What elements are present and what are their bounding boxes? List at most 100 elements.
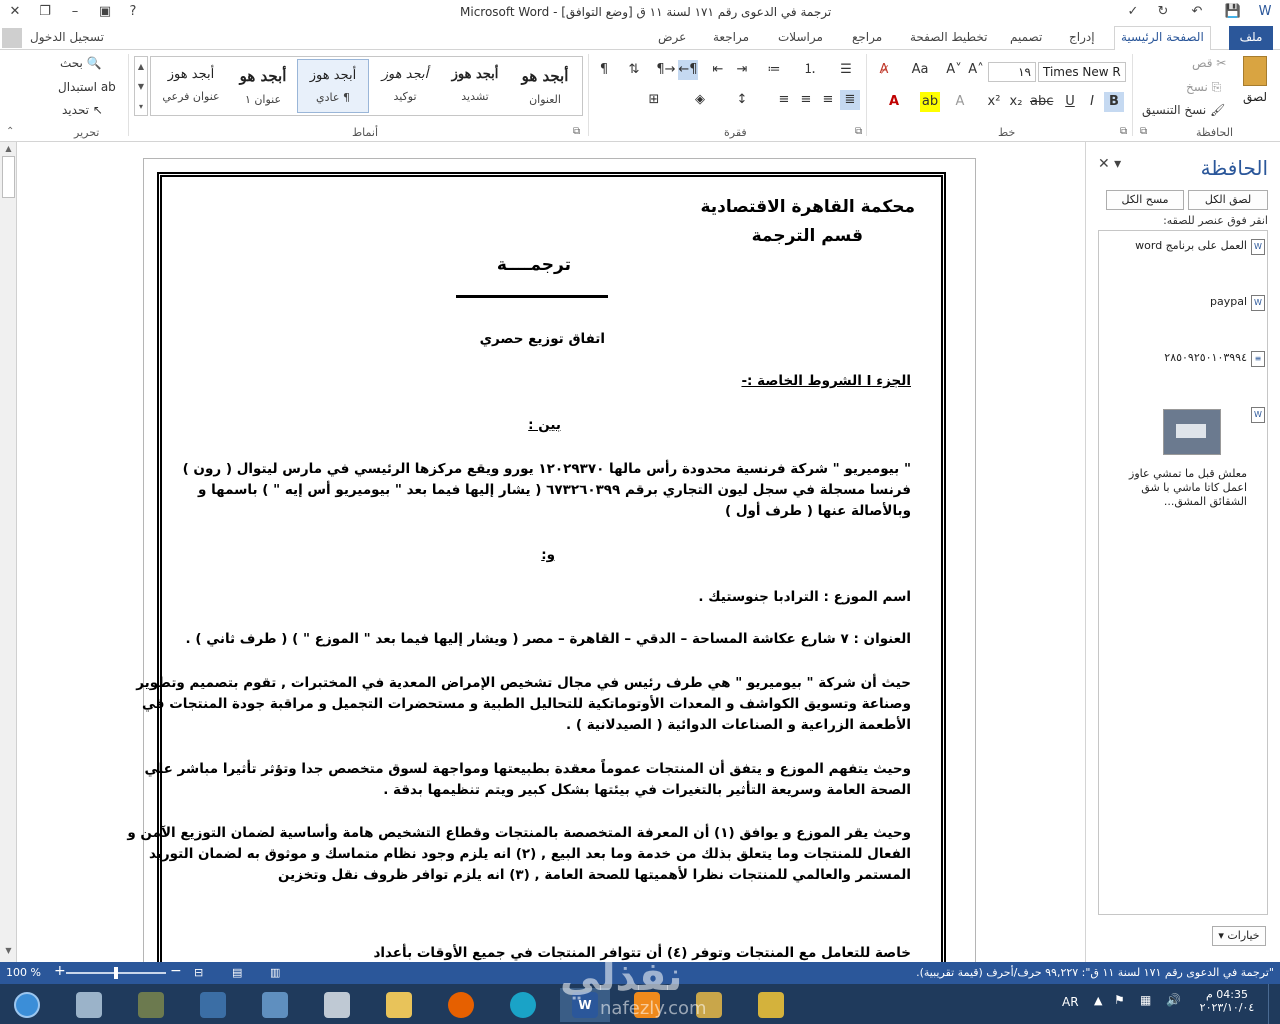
scroll-up-icon[interactable]: ▲	[3, 144, 14, 155]
tab-design[interactable]: تصميم	[1010, 30, 1042, 44]
tab-page-layout[interactable]: تخطيط الصفحة	[910, 30, 987, 44]
style-normal[interactable]: أبجد هوز ¶ عادي	[297, 59, 369, 113]
font-color-icon[interactable]: A	[884, 92, 904, 112]
taskbar-calculator[interactable]	[64, 988, 114, 1022]
paragraph-dialog-launcher-icon[interactable]: ⧉	[855, 126, 862, 137]
style-emphasis[interactable]: أبجد هوز توكيد	[369, 59, 441, 113]
clip-item[interactable]: العمل على برنامج word	[1135, 239, 1247, 252]
undo-icon[interactable]: ↶	[1186, 2, 1208, 22]
clip-image-thumbnail[interactable]	[1163, 409, 1221, 455]
volume-icon[interactable]: 🔊	[1166, 993, 1181, 1007]
shading-icon[interactable]: ◈	[690, 90, 710, 110]
style-title[interactable]: أبجد هو العنوان	[509, 59, 581, 113]
close-window-button[interactable]: ✕	[4, 2, 26, 22]
taskbar-app[interactable]	[746, 988, 796, 1022]
justify-left-icon[interactable]: ≡	[774, 90, 794, 110]
style-strong[interactable]: أبجد هوز تشديد	[439, 59, 511, 113]
document-area[interactable]: محكمة القاهرة الاقتصادية قسم الترجمة ترج…	[17, 142, 1085, 962]
borders-icon[interactable]: ⊞	[644, 90, 664, 110]
taskbar-edge[interactable]	[498, 988, 548, 1022]
zoom-in-icon[interactable]: +	[54, 963, 66, 979]
tray-expand-icon[interactable]: ▲	[1094, 994, 1102, 1007]
rtl-direction-icon[interactable]: ←¶	[678, 60, 698, 80]
taskbar-firefox[interactable]	[436, 988, 486, 1022]
print-layout-icon[interactable]: ▤	[232, 966, 242, 979]
superscript-icon[interactable]: x²	[984, 92, 1004, 112]
tab-view[interactable]: عرض	[658, 30, 686, 44]
redo-icon[interactable]: ↻	[1152, 2, 1174, 22]
multilevel-list-icon[interactable]: ≔	[764, 60, 784, 80]
change-case-icon[interactable]: Aa	[910, 60, 930, 80]
copy-button[interactable]: نسخ ⎘	[1186, 80, 1221, 95]
options-button[interactable]: خيارات ▾	[1212, 926, 1266, 946]
cut-button[interactable]: قص ✂	[1192, 56, 1226, 70]
text-effects-icon[interactable]: A	[950, 92, 970, 112]
show-formatting-icon[interactable]: ¶	[594, 60, 614, 80]
replace-button[interactable]: استبدال ab	[58, 80, 116, 94]
tab-mailings[interactable]: مراسلات	[778, 30, 823, 44]
increase-indent-icon[interactable]: ⇥	[732, 60, 752, 80]
start-button[interactable]	[2, 988, 52, 1022]
action-center-icon[interactable]: ⚑	[1114, 993, 1125, 1007]
zoom-level[interactable]: 100 %	[6, 966, 41, 979]
select-button[interactable]: تحديد ↖	[62, 103, 103, 117]
vertical-scrollbar[interactable]: ▲ ▼	[0, 142, 17, 962]
grow-font-icon[interactable]: A˄	[966, 60, 986, 80]
zoom-slider-thumb[interactable]	[114, 967, 118, 979]
line-spacing-icon[interactable]: ↕	[732, 90, 752, 110]
find-button[interactable]: بحث 🔍	[60, 56, 102, 70]
style-heading1[interactable]: أبجد هو عنوان ١	[227, 59, 299, 113]
document-stats[interactable]: "ترجمة في الدعوى رقم ١٧١ لسنة ١١ ق": ٩٩,…	[916, 966, 1274, 979]
align-center-icon[interactable]: ≡	[796, 90, 816, 110]
collapse-ribbon-icon[interactable]: ⌃	[6, 126, 14, 137]
zoom-out-icon[interactable]: −	[170, 963, 182, 979]
bullets-icon[interactable]: ☰	[836, 60, 856, 80]
font-size-select[interactable]: ١٩	[988, 62, 1036, 82]
scroll-thumb[interactable]	[2, 156, 15, 198]
taskbar-explorer[interactable]	[374, 988, 424, 1022]
clock[interactable]: 04:35 م ٢٠٢٣/١٠/٠٤	[1196, 988, 1258, 1014]
style-subtitle[interactable]: أبجد هوز عنوان فرعي	[155, 59, 227, 113]
paste-all-button[interactable]: لصق الكل	[1188, 190, 1268, 210]
clip-item[interactable]: paypal	[1210, 295, 1247, 308]
highlight-icon[interactable]: ab	[920, 92, 940, 112]
help-button[interactable]: ?	[122, 2, 144, 22]
tab-review[interactable]: مراجعة	[713, 30, 749, 44]
taskbar-app[interactable]	[250, 988, 300, 1022]
strikethrough-icon[interactable]: abc	[1030, 92, 1053, 112]
justify-icon[interactable]: ≣	[840, 90, 860, 110]
tab-file[interactable]: ملف	[1229, 26, 1273, 50]
close-pane-icon[interactable]: ✕ ▾	[1098, 156, 1121, 172]
sort-icon[interactable]: ⇅	[624, 60, 644, 80]
underline-icon[interactable]: U	[1060, 92, 1080, 112]
restore-window-button[interactable]: ❐	[34, 2, 56, 22]
input-language[interactable]: AR	[1062, 995, 1079, 1009]
clear-formatting-icon[interactable]: A̷	[874, 60, 894, 80]
user-avatar-icon[interactable]	[2, 28, 22, 48]
align-right-icon[interactable]: ≡	[818, 90, 838, 110]
taskbar-app[interactable]	[312, 988, 362, 1022]
clip-item[interactable]: معلش قبل ما تمشي عاوز اعمل كاتا ماشي با …	[1127, 467, 1247, 509]
show-desktop-button[interactable]	[1268, 984, 1280, 1024]
styles-dialog-launcher-icon[interactable]: ⧉	[573, 126, 580, 137]
styles-scroll[interactable]: ▲ ▼ ▾	[134, 56, 148, 116]
web-layout-icon[interactable]: ⊟	[194, 966, 203, 979]
font-name-select[interactable]: Times New R	[1038, 62, 1126, 82]
paste-button[interactable]: لصق	[1238, 54, 1272, 116]
read-mode-icon[interactable]: ▥	[270, 966, 280, 979]
numbering-icon[interactable]: ⒈	[800, 60, 820, 80]
network-icon[interactable]: ▦	[1140, 993, 1151, 1007]
tab-references[interactable]: مراجع	[852, 30, 882, 44]
clipboard-dialog-launcher-icon[interactable]: ⧉	[1140, 126, 1147, 137]
format-painter-button[interactable]: نسخ التنسيق 🖌	[1142, 103, 1225, 117]
minimize-window-button[interactable]: –	[64, 2, 86, 22]
save-icon[interactable]: 💾	[1222, 2, 1244, 22]
tab-home[interactable]: الصفحة الرئيسية	[1114, 26, 1211, 51]
taskbar-app[interactable]	[188, 988, 238, 1022]
ltr-direction-icon[interactable]: ¶→	[656, 60, 676, 80]
font-dialog-launcher-icon[interactable]: ⧉	[1120, 126, 1127, 137]
tab-insert[interactable]: إدراج	[1069, 30, 1095, 44]
shrink-font-icon[interactable]: A˅	[944, 60, 964, 80]
ribbon-display-icon[interactable]: ▣	[94, 2, 116, 22]
spelling-icon[interactable]: ✓	[1122, 2, 1144, 22]
